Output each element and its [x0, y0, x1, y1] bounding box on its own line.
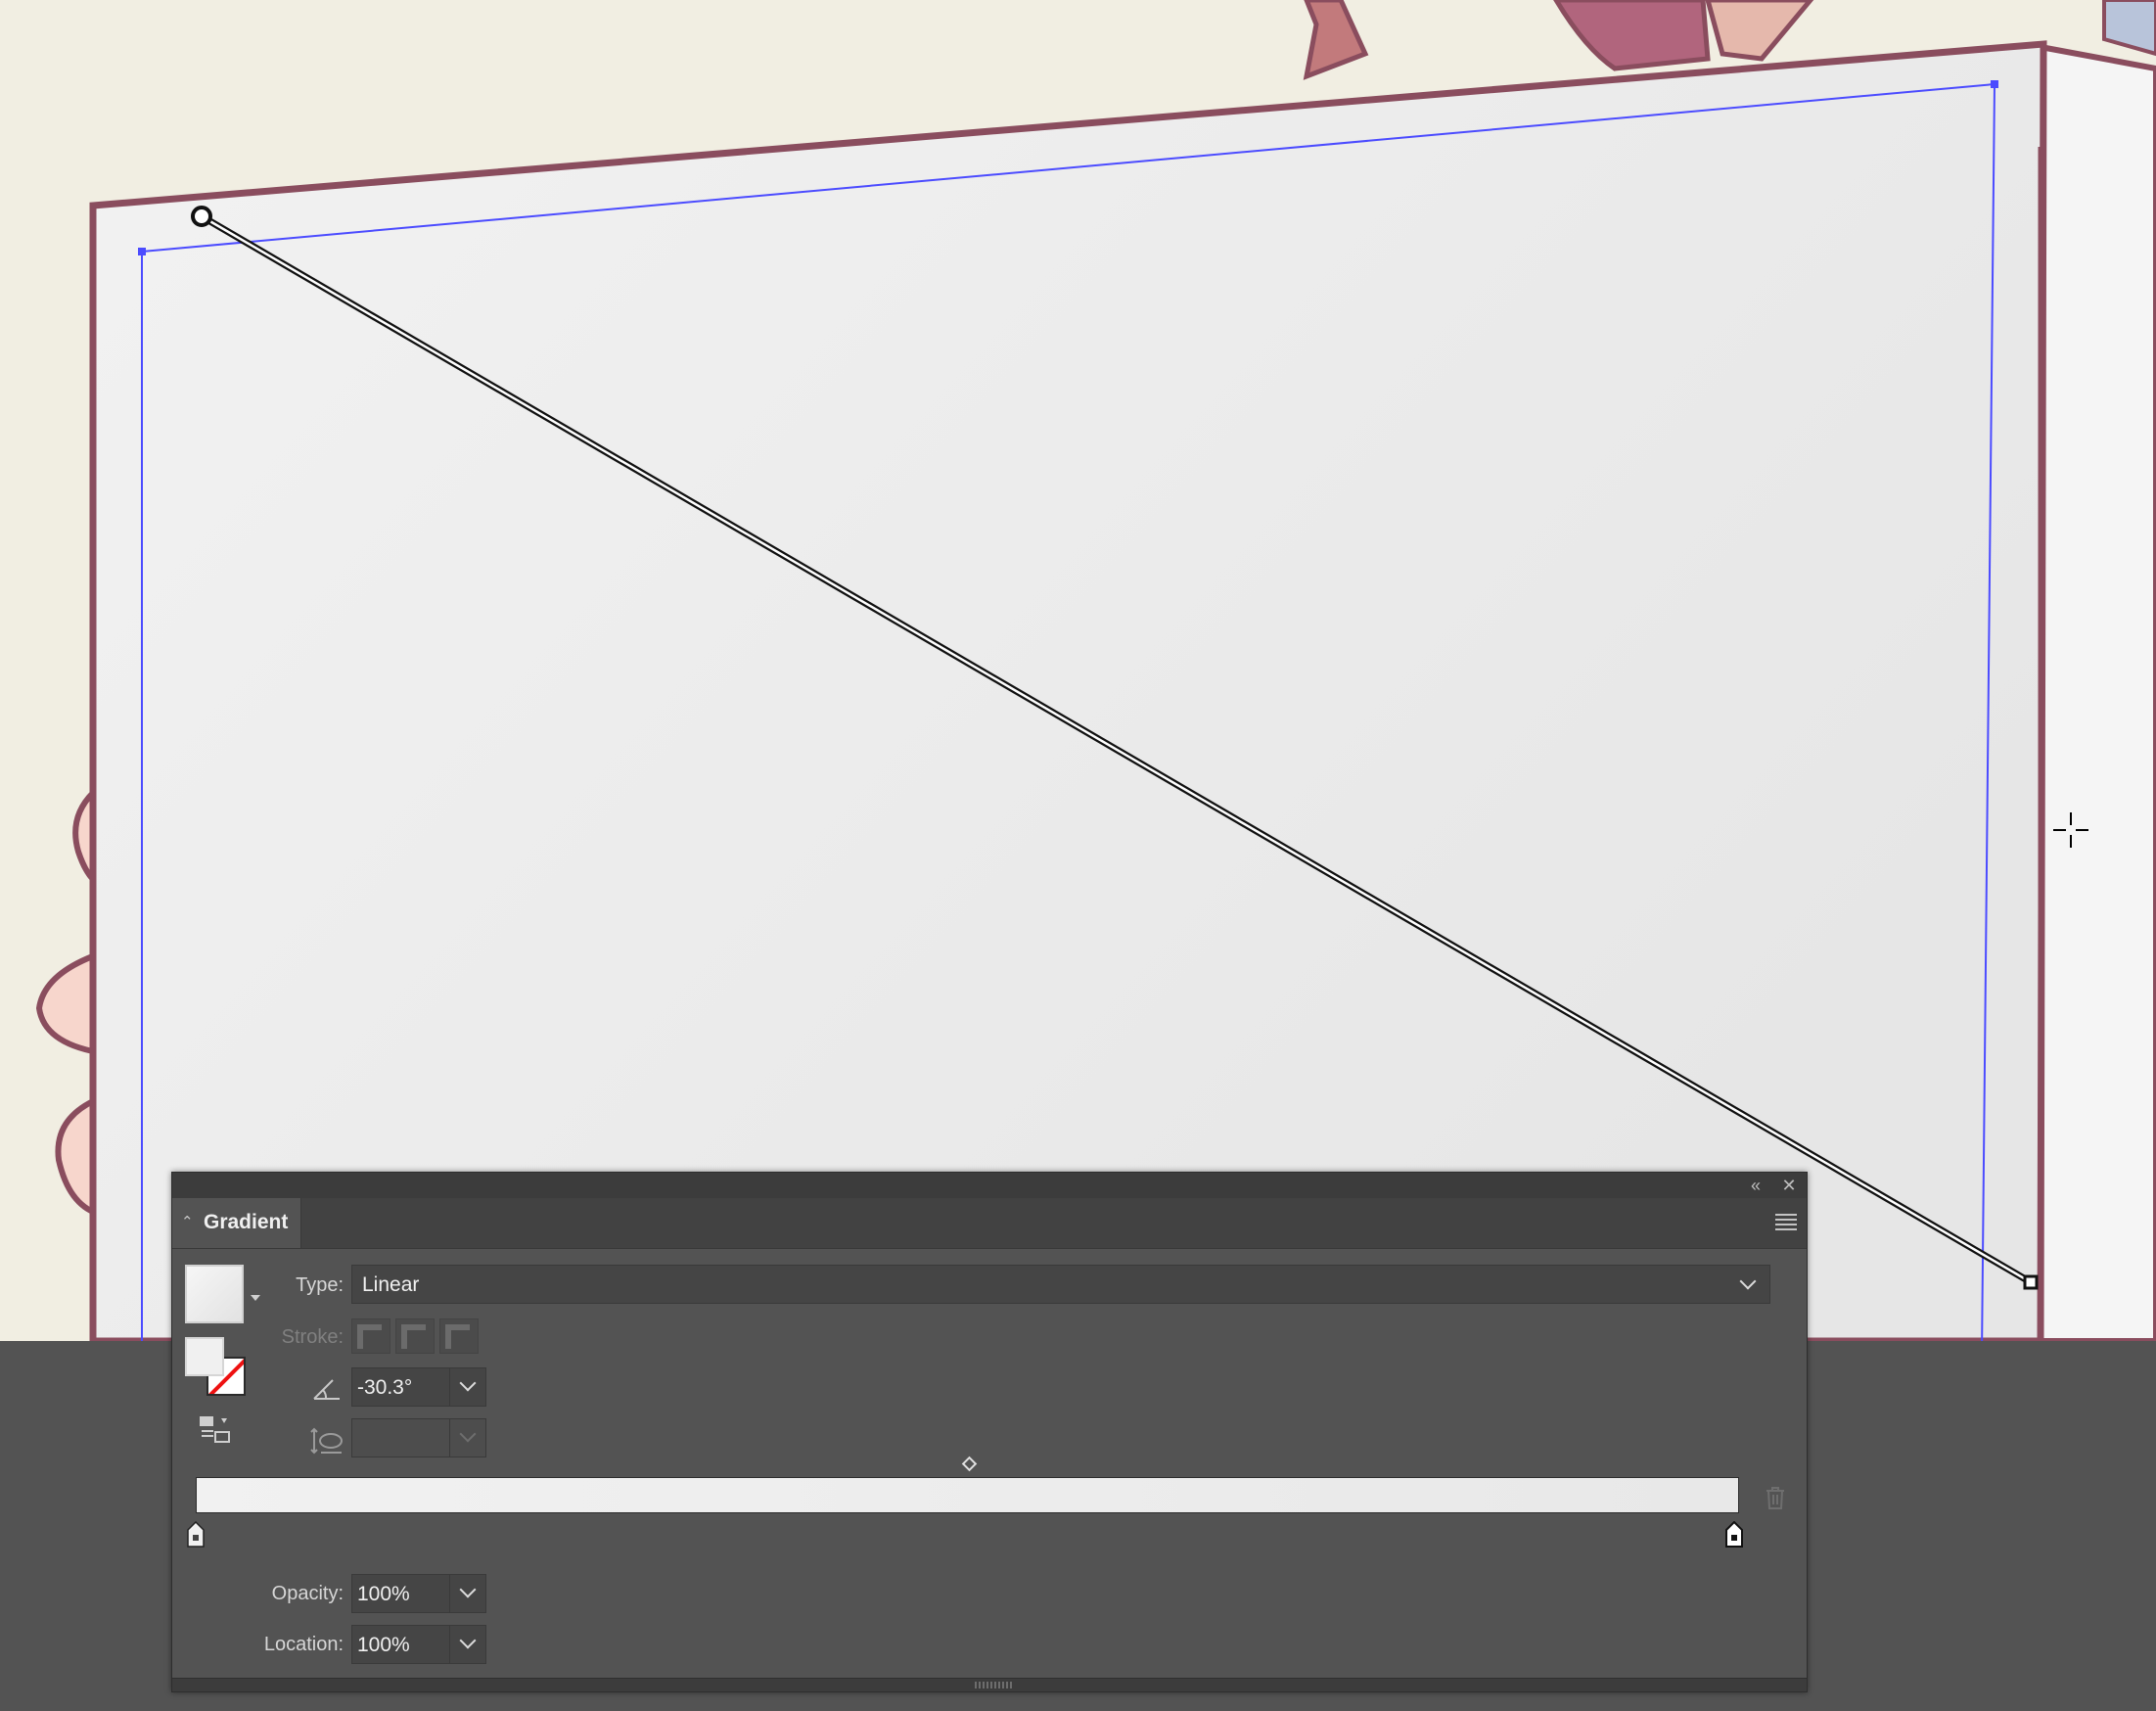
location-label: Location:: [263, 1634, 344, 1655]
trash-icon[interactable]: [1765, 1486, 1786, 1509]
aspect-ratio-icon: [310, 1427, 343, 1455]
stroke-within-icon: [357, 1324, 382, 1349]
resize-grip-icon[interactable]: [975, 1682, 1014, 1688]
location-value: 100%: [357, 1634, 410, 1656]
gradient-stop-end-selected[interactable]: [1725, 1521, 1743, 1548]
panel-tabbar: ⌃ Gradient: [172, 1198, 1807, 1249]
hamburger-menu-icon[interactable]: [1775, 1214, 1797, 1231]
opacity-dropdown-button[interactable]: [449, 1575, 485, 1612]
crosshair-cursor-icon: [2053, 812, 2088, 848]
chevron-down-icon: [459, 1581, 477, 1598]
panel-titlebar[interactable]: « ✕: [172, 1173, 1807, 1198]
opacity-label: Opacity:: [271, 1583, 344, 1604]
chevron-down-icon: [459, 1425, 477, 1443]
anchor-point[interactable]: [138, 248, 146, 255]
location-input[interactable]: 100%: [351, 1625, 486, 1664]
stroke-label: Stroke:: [281, 1326, 344, 1348]
panel-title: Gradient: [204, 1211, 289, 1233]
gradient-stop-start[interactable]: [187, 1521, 205, 1548]
box-front-face: [89, 40, 2047, 1341]
fill-swatch[interactable]: [185, 1337, 224, 1376]
gradient-midpoint-handle[interactable]: [961, 1456, 978, 1472]
apply-gradient-along-stroke-button[interactable]: [395, 1318, 435, 1354]
gradient-type-value: Linear: [362, 1273, 420, 1296]
angle-icon: [313, 1379, 340, 1400]
box-side-face: [2034, 43, 2156, 1341]
artwork: [0, 0, 2156, 1341]
stroke-along-icon: [401, 1324, 426, 1349]
opacity-value: 100%: [357, 1583, 410, 1605]
stroke-across-icon: [445, 1324, 470, 1349]
gradient-slider-bar[interactable]: [196, 1477, 1739, 1513]
aspect-ratio-input[interactable]: [351, 1418, 486, 1457]
gradient-panel: « ✕ ⌃ Gradient Type: Linear Stroke: -30.…: [171, 1172, 1808, 1692]
location-dropdown-button[interactable]: [449, 1626, 485, 1663]
panel-bottom-bar: [172, 1678, 1807, 1691]
anchor-point[interactable]: [1991, 80, 1998, 88]
type-label: Type:: [296, 1274, 344, 1296]
tab-gradient[interactable]: ⌃ Gradient: [172, 1198, 301, 1248]
chevron-down-icon: [459, 1632, 477, 1649]
opacity-input[interactable]: 100%: [351, 1574, 486, 1613]
chevron-down-icon: [1739, 1272, 1757, 1290]
apply-gradient-across-stroke-button[interactable]: [439, 1318, 479, 1354]
double-chevron-left-icon[interactable]: «: [1744, 1174, 1767, 1197]
close-icon[interactable]: ✕: [1777, 1174, 1801, 1197]
gradient-end-handle[interactable]: [2023, 1274, 2039, 1290]
chevron-down-icon: [459, 1374, 477, 1392]
angle-value: -30.3°: [357, 1376, 413, 1399]
aspect-ratio-dropdown-button[interactable]: [449, 1419, 485, 1457]
artboard-canvas[interactable]: [0, 0, 2156, 1341]
reverse-gradient-icon[interactable]: [198, 1414, 231, 1444]
angle-dropdown-button[interactable]: [449, 1368, 485, 1406]
angle-input[interactable]: -30.3°: [351, 1367, 486, 1407]
gradient-type-select[interactable]: Linear: [351, 1265, 1770, 1304]
collapse-expand-icon[interactable]: ⌃: [181, 1214, 194, 1231]
gradient-origin-handle[interactable]: [191, 206, 212, 227]
apply-gradient-within-stroke-button[interactable]: [351, 1318, 390, 1354]
